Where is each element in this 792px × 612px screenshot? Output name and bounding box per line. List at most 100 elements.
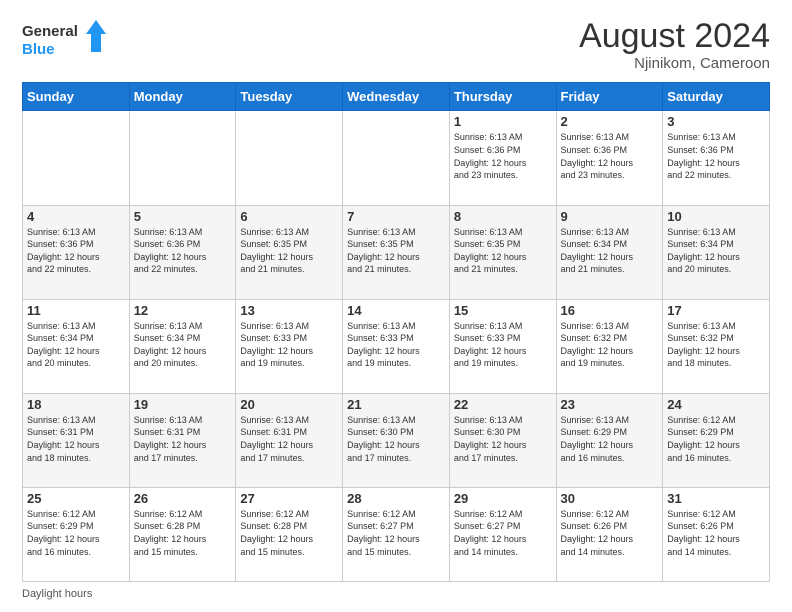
day-number: 10 bbox=[667, 209, 765, 224]
calendar-cell: 3Sunrise: 6:13 AM Sunset: 6:36 PM Daylig… bbox=[663, 111, 770, 205]
day-info: Sunrise: 6:12 AM Sunset: 6:28 PM Dayligh… bbox=[240, 508, 338, 558]
calendar-cell: 20Sunrise: 6:13 AM Sunset: 6:31 PM Dayli… bbox=[236, 393, 343, 487]
calendar-cell: 8 Sunrise: 6:13 AM Sunset: 6:35 PM Daylig… bbox=[449, 205, 556, 299]
calendar-cell: 21 Sunrise: 6:13 AM Sunset: 6:30 PM Dayli… bbox=[343, 393, 450, 487]
calendar-cell: 30 Sunrise: 6:12 AM Sunset: 6:26 PM Dayli… bbox=[556, 487, 663, 581]
calendar-week-2: 11 Sunrise: 6:13 AM Sunset: 6:34 PM Dayli… bbox=[23, 299, 770, 393]
calendar-cell: 17 Sunrise: 6:13 AM Sunset: 6:32 PM Dayli… bbox=[663, 299, 770, 393]
day-number: 30 bbox=[561, 491, 659, 506]
calendar-week-3: 18 Sunrise: 6:13 AM Sunset: 6:31 PM Dayli… bbox=[23, 393, 770, 487]
calendar-cell: 27Sunrise: 6:12 AM Sunset: 6:28 PM Dayli… bbox=[236, 487, 343, 581]
day-number: 25 bbox=[27, 491, 125, 506]
day-info: Sunrise: 6:12 AM Sunset: 6:27 PM Dayligh… bbox=[347, 508, 445, 558]
day-number: 16 bbox=[561, 303, 659, 318]
page: General Blue August 2024 Njinikom, Camer… bbox=[0, 0, 792, 612]
weekday-header-row: SundayMondayTuesdayWednesdayThursdayFrid… bbox=[23, 83, 770, 111]
day-info: Sunrise: 6:12 AM Sunset: 6:27 PM Dayligh… bbox=[454, 508, 552, 558]
day-number: 4 bbox=[27, 209, 125, 224]
day-info: Sunrise: 6:13 AM Sunset: 6:31 PM Dayligh… bbox=[134, 414, 232, 464]
weekday-header-sunday: Sunday bbox=[23, 83, 130, 111]
logo-svg: General Blue bbox=[22, 18, 112, 60]
day-info: Sunrise: 6:12 AM Sunset: 6:26 PM Dayligh… bbox=[561, 508, 659, 558]
day-info: Sunrise: 6:13 AM Sunset: 6:33 PM Dayligh… bbox=[240, 320, 338, 370]
day-info: Sunrise: 6:13 AM Sunset: 6:34 PM Dayligh… bbox=[27, 320, 125, 370]
calendar-week-1: 4 Sunrise: 6:13 AM Sunset: 6:36 PM Daylig… bbox=[23, 205, 770, 299]
calendar-cell: 16 Sunrise: 6:13 AM Sunset: 6:32 PM Dayli… bbox=[556, 299, 663, 393]
calendar-table: SundayMondayTuesdayWednesdayThursdayFrid… bbox=[22, 82, 770, 582]
calendar-cell: 25 Sunrise: 6:12 AM Sunset: 6:29 PM Dayli… bbox=[23, 487, 130, 581]
day-number: 13 bbox=[240, 303, 338, 318]
weekday-header-friday: Friday bbox=[556, 83, 663, 111]
day-number: 12 bbox=[134, 303, 232, 318]
calendar-week-4: 25 Sunrise: 6:12 AM Sunset: 6:29 PM Dayli… bbox=[23, 487, 770, 581]
weekday-header-saturday: Saturday bbox=[663, 83, 770, 111]
logo: General Blue bbox=[22, 18, 112, 60]
day-number: 29 bbox=[454, 491, 552, 506]
calendar-cell bbox=[236, 111, 343, 205]
day-number: 22 bbox=[454, 397, 552, 412]
day-number: 19 bbox=[134, 397, 232, 412]
day-info: Sunrise: 6:12 AM Sunset: 6:28 PM Dayligh… bbox=[134, 508, 232, 558]
day-info: Sunrise: 6:13 AM Sunset: 6:33 PM Dayligh… bbox=[454, 320, 552, 370]
day-number: 15 bbox=[454, 303, 552, 318]
day-info: Sunrise: 6:13 AM Sunset: 6:35 PM Dayligh… bbox=[454, 226, 552, 276]
day-number: 8 bbox=[454, 209, 552, 224]
calendar-cell: 24Sunrise: 6:12 AM Sunset: 6:29 PM Dayli… bbox=[663, 393, 770, 487]
footer: Daylight hours bbox=[22, 588, 770, 600]
day-number: 26 bbox=[134, 491, 232, 506]
calendar-cell: 9 Sunrise: 6:13 AM Sunset: 6:34 PM Daylig… bbox=[556, 205, 663, 299]
month-title: August 2024 bbox=[579, 18, 770, 55]
day-info: Sunrise: 6:12 AM Sunset: 6:26 PM Dayligh… bbox=[667, 508, 765, 558]
day-number: 21 bbox=[347, 397, 445, 412]
calendar-cell: 13 Sunrise: 6:13 AM Sunset: 6:33 PM Dayli… bbox=[236, 299, 343, 393]
day-info: Sunrise: 6:13 AM Sunset: 6:36 PM Dayligh… bbox=[454, 131, 552, 181]
calendar-cell: 18 Sunrise: 6:13 AM Sunset: 6:31 PM Dayli… bbox=[23, 393, 130, 487]
header: General Blue August 2024 Njinikom, Camer… bbox=[22, 18, 770, 72]
day-info: Sunrise: 6:13 AM Sunset: 6:34 PM Dayligh… bbox=[561, 226, 659, 276]
day-info: Sunrise: 6:13 AM Sunset: 6:32 PM Dayligh… bbox=[667, 320, 765, 370]
calendar-week-0: 1Sunrise: 6:13 AM Sunset: 6:36 PM Daylig… bbox=[23, 111, 770, 205]
calendar-cell: 2Sunrise: 6:13 AM Sunset: 6:36 PM Daylig… bbox=[556, 111, 663, 205]
day-number: 6 bbox=[240, 209, 338, 224]
weekday-header-tuesday: Tuesday bbox=[236, 83, 343, 111]
calendar-cell: 1Sunrise: 6:13 AM Sunset: 6:36 PM Daylig… bbox=[449, 111, 556, 205]
calendar-cell: 19 Sunrise: 6:13 AM Sunset: 6:31 PM Dayli… bbox=[129, 393, 236, 487]
day-info: Sunrise: 6:13 AM Sunset: 6:32 PM Dayligh… bbox=[561, 320, 659, 370]
calendar-cell: 29 Sunrise: 6:12 AM Sunset: 6:27 PM Dayli… bbox=[449, 487, 556, 581]
day-info: Sunrise: 6:13 AM Sunset: 6:35 PM Dayligh… bbox=[240, 226, 338, 276]
day-number: 17 bbox=[667, 303, 765, 318]
day-info: Sunrise: 6:13 AM Sunset: 6:36 PM Dayligh… bbox=[561, 131, 659, 181]
calendar-cell: 6 Sunrise: 6:13 AM Sunset: 6:35 PM Daylig… bbox=[236, 205, 343, 299]
day-number: 18 bbox=[27, 397, 125, 412]
day-info: Sunrise: 6:13 AM Sunset: 6:35 PM Dayligh… bbox=[347, 226, 445, 276]
day-info: Sunrise: 6:13 AM Sunset: 6:30 PM Dayligh… bbox=[347, 414, 445, 464]
day-number: 11 bbox=[27, 303, 125, 318]
calendar-cell: 7Sunrise: 6:13 AM Sunset: 6:35 PM Daylig… bbox=[343, 205, 450, 299]
day-info: Sunrise: 6:13 AM Sunset: 6:34 PM Dayligh… bbox=[667, 226, 765, 276]
day-info: Sunrise: 6:13 AM Sunset: 6:34 PM Dayligh… bbox=[134, 320, 232, 370]
day-number: 31 bbox=[667, 491, 765, 506]
day-number: 14 bbox=[347, 303, 445, 318]
calendar-cell: 5Sunrise: 6:13 AM Sunset: 6:36 PM Daylig… bbox=[129, 205, 236, 299]
title-block: August 2024 Njinikom, Cameroon bbox=[579, 18, 770, 72]
location: Njinikom, Cameroon bbox=[579, 55, 770, 72]
day-info: Sunrise: 6:13 AM Sunset: 6:29 PM Dayligh… bbox=[561, 414, 659, 464]
day-info: Sunrise: 6:13 AM Sunset: 6:36 PM Dayligh… bbox=[134, 226, 232, 276]
daylight-label: Daylight hours bbox=[22, 588, 92, 600]
svg-text:Blue: Blue bbox=[22, 41, 55, 58]
day-info: Sunrise: 6:13 AM Sunset: 6:36 PM Dayligh… bbox=[27, 226, 125, 276]
day-info: Sunrise: 6:13 AM Sunset: 6:31 PM Dayligh… bbox=[27, 414, 125, 464]
calendar-cell: 31 Sunrise: 6:12 AM Sunset: 6:26 PM Dayli… bbox=[663, 487, 770, 581]
day-info: Sunrise: 6:12 AM Sunset: 6:29 PM Dayligh… bbox=[667, 414, 765, 464]
calendar-cell: 10 Sunrise: 6:13 AM Sunset: 6:34 PM Dayli… bbox=[663, 205, 770, 299]
svg-text:General: General bbox=[22, 23, 78, 40]
day-number: 28 bbox=[347, 491, 445, 506]
day-number: 9 bbox=[561, 209, 659, 224]
weekday-header-thursday: Thursday bbox=[449, 83, 556, 111]
calendar-cell: 11 Sunrise: 6:13 AM Sunset: 6:34 PM Dayli… bbox=[23, 299, 130, 393]
day-info: Sunrise: 6:13 AM Sunset: 6:30 PM Dayligh… bbox=[454, 414, 552, 464]
weekday-header-monday: Monday bbox=[129, 83, 236, 111]
calendar-cell: 28 Sunrise: 6:12 AM Sunset: 6:27 PM Dayli… bbox=[343, 487, 450, 581]
day-info: Sunrise: 6:13 AM Sunset: 6:33 PM Dayligh… bbox=[347, 320, 445, 370]
day-info: Sunrise: 6:12 AM Sunset: 6:29 PM Dayligh… bbox=[27, 508, 125, 558]
